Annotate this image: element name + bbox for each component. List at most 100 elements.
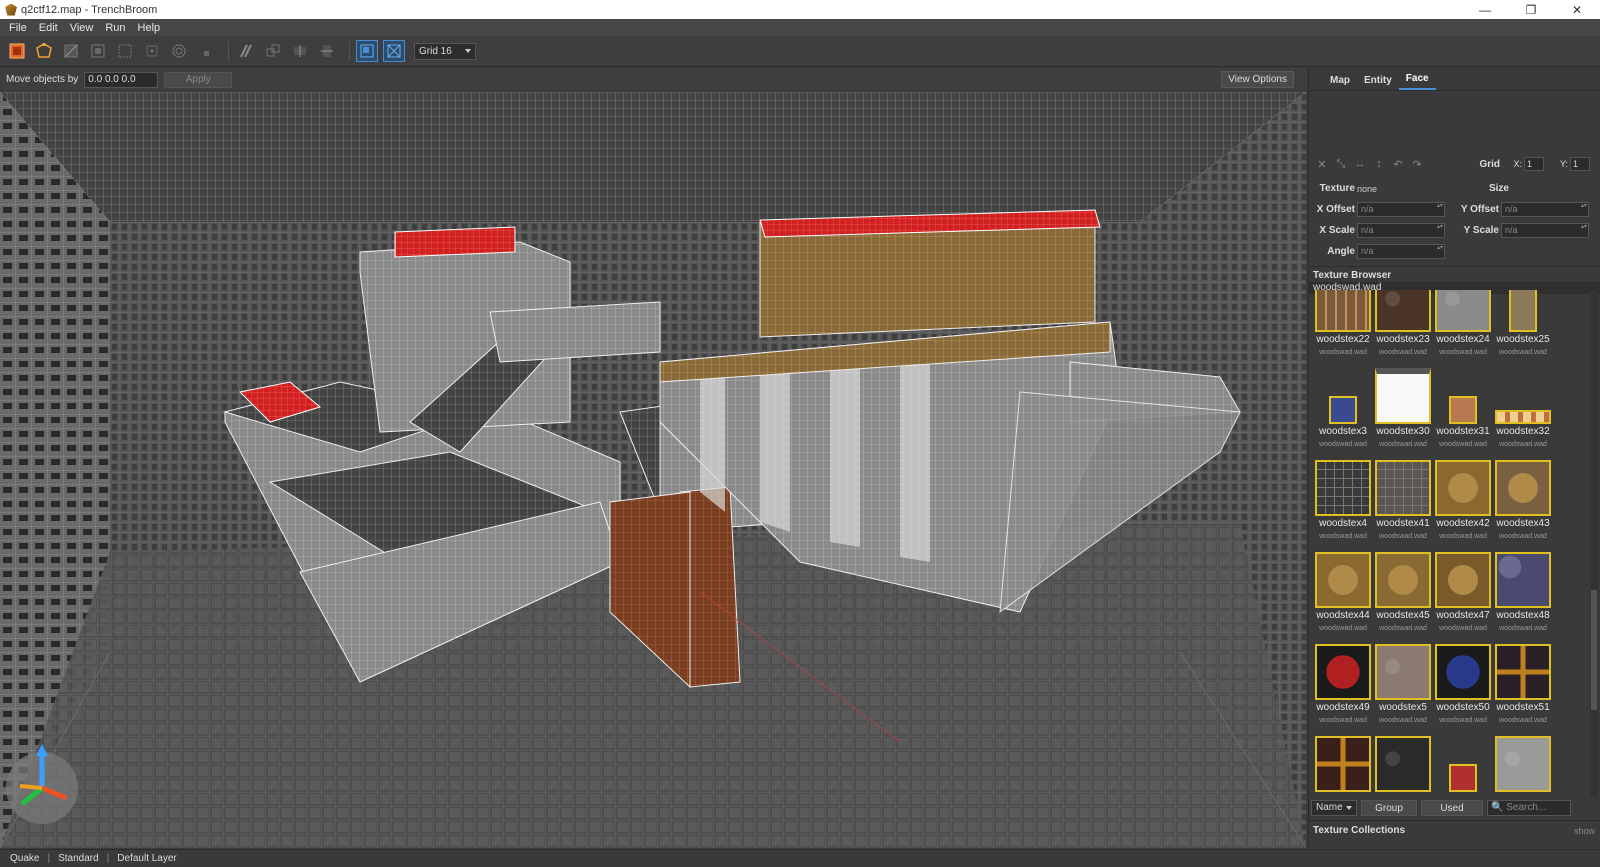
grid-y-spinner[interactable]: 1 (1570, 157, 1590, 171)
x-offset-input[interactable]: n/a (1357, 202, 1445, 217)
texture-thumbnail[interactable] (1495, 736, 1551, 792)
close-button[interactable]: ✕ (1554, 0, 1600, 19)
texture-thumbnail[interactable] (1329, 396, 1357, 424)
scale-tool-icon[interactable] (168, 40, 190, 62)
texture-item[interactable]: woodstex43 woodswad.wad (1493, 460, 1553, 540)
group-button[interactable]: Group (1361, 800, 1417, 816)
texture-thumbnail[interactable] (1315, 644, 1371, 700)
texture-item[interactable] (1373, 736, 1433, 792)
uv-editor[interactable] (1309, 91, 1600, 155)
sort-select[interactable]: Name (1311, 800, 1357, 816)
texture-item[interactable]: woodstex30 woodswad.wad (1373, 368, 1433, 448)
restore-button[interactable]: ❐ (1508, 0, 1554, 19)
x-scale-input[interactable]: n/a (1357, 223, 1445, 238)
tab-map[interactable]: Map (1323, 75, 1357, 90)
texture-item[interactable]: woodstex48 woodswad.wad (1493, 552, 1553, 632)
used-button[interactable]: Used (1421, 800, 1483, 816)
face-tool-icon[interactable] (87, 40, 109, 62)
move-offset-input[interactable]: 0.0 0.0 0.0 (84, 71, 159, 88)
show-collections-link[interactable]: show (1574, 826, 1595, 836)
texture-item[interactable]: woodstex24 woodswad.wad (1433, 290, 1493, 356)
apply-button[interactable]: Apply (164, 71, 233, 88)
texture-thumbnail[interactable] (1449, 764, 1477, 792)
texture-item[interactable]: woodstex50 woodswad.wad (1433, 644, 1493, 724)
view-options-button[interactable]: View Options (1221, 71, 1294, 88)
texture-thumbnail[interactable] (1435, 290, 1491, 332)
texture-item[interactable] (1493, 736, 1553, 792)
flip-v-icon[interactable]: ↕ (1372, 157, 1386, 171)
texture-thumbnail[interactable] (1435, 644, 1491, 700)
texture-item[interactable]: woodstex3 woodswad.wad (1313, 368, 1373, 448)
texture-thumbnail[interactable] (1375, 368, 1431, 424)
reset-to-world-icon[interactable]: ⤡ (1334, 157, 1348, 171)
brush-tool-icon[interactable] (6, 40, 28, 62)
menu-view[interactable]: View (64, 22, 100, 34)
texture-thumbnail[interactable] (1375, 290, 1431, 332)
flip-vertical-icon[interactable] (316, 40, 338, 62)
clip-tool-icon[interactable] (114, 40, 136, 62)
texture-thumbnail[interactable] (1495, 410, 1551, 424)
texture-item[interactable]: woodstex44 woodswad.wad (1313, 552, 1373, 632)
snap-to-grid-icon[interactable] (356, 40, 378, 62)
texture-item[interactable]: woodstex31 woodswad.wad (1433, 368, 1493, 448)
texture-item[interactable]: woodstex45 woodswad.wad (1373, 552, 1433, 632)
texture-thumbnail[interactable] (1315, 552, 1371, 608)
rotate-cw-icon[interactable]: ↷ (1410, 157, 1424, 171)
minimize-button[interactable]: — (1462, 0, 1508, 19)
menu-run[interactable]: Run (99, 22, 131, 34)
texture-item[interactable]: woodstex5 woodswad.wad (1373, 644, 1433, 724)
texture-thumbnail[interactable] (1449, 396, 1477, 424)
texture-thumbnail[interactable] (1495, 644, 1551, 700)
texture-item[interactable]: woodstex4 woodswad.wad (1313, 460, 1373, 540)
angle-input[interactable]: n/a (1357, 244, 1445, 259)
texture-item[interactable] (1433, 736, 1493, 792)
3d-viewport[interactable] (0, 92, 1306, 848)
texture-name: woodstex47 (1436, 610, 1490, 621)
texture-thumbnail[interactable] (1435, 552, 1491, 608)
texture-item[interactable] (1313, 736, 1373, 792)
texture-thumbnail[interactable] (1375, 552, 1431, 608)
vertex-tool-icon[interactable] (33, 40, 55, 62)
texture-thumbnail[interactable] (1375, 736, 1431, 792)
menu-edit[interactable]: Edit (33, 22, 64, 34)
texture-item[interactable]: woodstex22 woodswad.wad (1313, 290, 1373, 356)
texture-thumbnail[interactable] (1315, 460, 1371, 516)
y-offset-input[interactable]: n/a (1501, 202, 1589, 217)
grid-size-select[interactable]: Grid 16 (414, 42, 476, 60)
flip-h-icon[interactable]: ↔ (1353, 157, 1367, 171)
texture-thumbnail[interactable] (1495, 460, 1551, 516)
duplicate-icon[interactable] (262, 40, 284, 62)
edge-tool-icon[interactable] (60, 40, 82, 62)
rotate-ccw-icon[interactable]: ↶ (1391, 157, 1405, 171)
texture-scrollbar[interactable] (1590, 290, 1598, 796)
texture-item[interactable]: woodstex47 woodswad.wad (1433, 552, 1493, 632)
menu-help[interactable]: Help (132, 22, 167, 34)
texture-item[interactable]: woodstex32 woodswad.wad (1493, 368, 1553, 448)
flip-horizontal-icon[interactable] (289, 40, 311, 62)
show-grid-icon[interactable] (383, 40, 405, 62)
shear-tool-icon[interactable] (195, 40, 217, 62)
texture-item[interactable]: woodstex25 woodswad.wad (1493, 290, 1553, 356)
texture-thumbnail[interactable] (1315, 736, 1371, 792)
texture-item[interactable]: woodstex42 woodswad.wad (1433, 460, 1493, 540)
texture-item[interactable]: woodstex23 woodswad.wad (1373, 290, 1433, 356)
menu-file[interactable]: File (3, 22, 33, 34)
texture-item[interactable]: woodstex49 woodswad.wad (1313, 644, 1373, 724)
rotate-tool-icon[interactable] (141, 40, 163, 62)
texture-thumbnail[interactable] (1375, 644, 1431, 700)
reset-texture-icon[interactable]: ✕ (1315, 157, 1329, 171)
texture-thumbnail[interactable] (1375, 460, 1431, 516)
grid-x-spinner[interactable]: 1 (1524, 157, 1544, 171)
texture-thumbnail[interactable] (1495, 552, 1551, 608)
texture-lock-icon[interactable] (235, 40, 257, 62)
texture-item[interactable]: woodstex41 woodswad.wad (1373, 460, 1433, 540)
texture-thumbnail[interactable] (1315, 290, 1371, 332)
texture-thumbnail[interactable] (1509, 290, 1537, 332)
scrollbar-thumb[interactable] (1591, 590, 1597, 710)
texture-thumbnail[interactable] (1435, 460, 1491, 516)
texture-search-input[interactable]: 🔍 Search... (1487, 800, 1571, 816)
texture-item[interactable]: woodstex51 woodswad.wad (1493, 644, 1553, 724)
y-scale-input[interactable]: n/a (1501, 223, 1589, 238)
tab-entity[interactable]: Entity (1357, 75, 1399, 90)
tab-face[interactable]: Face (1398, 73, 1436, 90)
